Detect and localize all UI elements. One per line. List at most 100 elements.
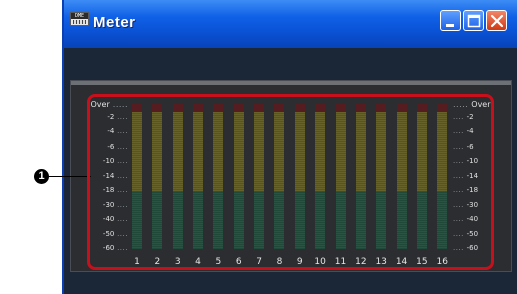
level-meter-channel <box>233 104 244 249</box>
channel-number: 10 <box>314 257 326 267</box>
scale-tick-dots: .... <box>114 127 128 135</box>
callout-marker: 1 <box>34 169 49 184</box>
scale-label-text: -14 <box>466 172 479 180</box>
scale-label: .... -50 <box>453 230 478 239</box>
meter-segment-green <box>416 191 427 249</box>
meter-segment-green <box>335 191 346 249</box>
title-bar[interactable]: DME Meter <box>64 0 517 48</box>
scale-label: .... -60 <box>453 244 478 253</box>
level-meter-channel <box>294 104 305 249</box>
meter-segment-red <box>132 104 142 112</box>
scale-tick-dots: .... <box>453 157 467 165</box>
level-meter-channel <box>355 104 366 249</box>
level-meter-channel <box>132 104 142 249</box>
meter-segment-yellow <box>193 112 204 191</box>
meter-segment-red <box>416 104 427 112</box>
scale-label-text: -30 <box>466 201 479 209</box>
meter-segment-green <box>355 191 366 249</box>
scale-label-text: -30 <box>102 201 115 209</box>
meter-segment-yellow <box>132 112 142 191</box>
maximize-icon <box>467 14 481 28</box>
scale-label-text: Over <box>471 100 491 109</box>
meter-segment-red <box>335 104 346 112</box>
channel-number: 9 <box>296 257 303 267</box>
meter-segment-red <box>213 104 224 112</box>
scale-label: .... -4 <box>453 127 474 136</box>
meter-segment-yellow <box>254 112 265 191</box>
meter-segment-red <box>254 104 265 112</box>
keyboard-graphic <box>73 20 86 24</box>
channel-number: 16 <box>436 257 448 267</box>
scale-label: .... -14 <box>453 172 478 181</box>
scale-label: -2 .... <box>107 113 128 122</box>
meter-segment-green <box>132 191 142 249</box>
scale-label-text: -10 <box>466 157 479 165</box>
scale-label: -50 .... <box>103 230 128 239</box>
scale-label-text: -14 <box>102 172 115 180</box>
scale-label: ..... Over <box>453 100 491 109</box>
callout-line <box>49 176 91 177</box>
meter-segment-green <box>315 191 326 249</box>
meter-segment-red <box>172 104 183 112</box>
channel-number: 4 <box>195 257 201 267</box>
meter-segment-yellow <box>233 112 244 191</box>
level-meter-channel <box>193 104 204 249</box>
scale-label-text: -4 <box>466 127 474 135</box>
scale-tick-dots: .... <box>453 215 467 223</box>
scale-tick-dots: .... <box>453 244 467 252</box>
meter-segment-green <box>274 191 285 249</box>
scale-tick-dots: .... <box>114 143 128 151</box>
level-meter-channel <box>315 104 326 249</box>
maximize-button[interactable] <box>463 10 484 31</box>
scale-tick-dots: .... <box>114 157 128 165</box>
meter-segment-yellow <box>396 112 407 191</box>
scale-label: Over ..... <box>90 100 128 109</box>
scale-label: .... -2 <box>453 113 474 122</box>
scale-tick-dots: ..... <box>109 100 128 109</box>
meter-segment-yellow <box>315 112 326 191</box>
meter-segment-red <box>376 104 387 112</box>
minimize-icon <box>446 24 454 27</box>
level-meter-channel <box>416 104 427 249</box>
dme-app-icon[interactable]: DME <box>70 12 89 26</box>
scale-label: -6 .... <box>107 143 128 152</box>
meter-segment-green <box>396 191 407 249</box>
scale-label-text: -18 <box>102 186 115 194</box>
channel-number: 12 <box>355 257 367 267</box>
meter-segment-yellow <box>274 112 285 191</box>
scale-tick-dots: .... <box>114 172 128 180</box>
close-icon <box>490 14 504 28</box>
scale-label-text: -40 <box>102 215 115 223</box>
close-button[interactable] <box>486 10 507 31</box>
scale-tick-dots: .... <box>453 201 467 209</box>
level-meter-channel <box>335 104 346 249</box>
meter-segment-red <box>294 104 305 112</box>
meter-segment-green <box>152 191 163 249</box>
meter-segment-red <box>193 104 204 112</box>
meter-segment-red <box>233 104 244 112</box>
meter-segment-green <box>294 191 305 249</box>
scale-label: -14 .... <box>103 172 128 181</box>
meter-segment-green <box>213 191 224 249</box>
channel-number: 2 <box>154 257 161 267</box>
level-meter-channel <box>376 104 387 249</box>
level-meter-channel <box>152 104 163 249</box>
scale-label: -60 .... <box>103 244 128 253</box>
scale-label-text: -18 <box>466 186 479 194</box>
scale-label-text: -60 <box>102 244 115 252</box>
scale-label: .... -10 <box>453 157 478 166</box>
channel-number: 6 <box>235 257 242 267</box>
window-title: Meter <box>93 14 136 31</box>
channel-number: 1 <box>134 257 140 267</box>
scale-tick-dots: .... <box>453 186 467 194</box>
meter-segment-yellow <box>355 112 366 191</box>
channel-number: 5 <box>215 257 222 267</box>
level-meter-channel <box>254 104 265 249</box>
meter-segment-green <box>193 191 204 249</box>
scale-label: -4 .... <box>107 127 128 136</box>
meter-segment-red <box>152 104 163 112</box>
meter-segment-red <box>274 104 285 112</box>
minimize-button[interactable] <box>440 10 461 31</box>
channel-number: 3 <box>174 257 181 267</box>
scale-tick-dots: .... <box>453 143 467 151</box>
